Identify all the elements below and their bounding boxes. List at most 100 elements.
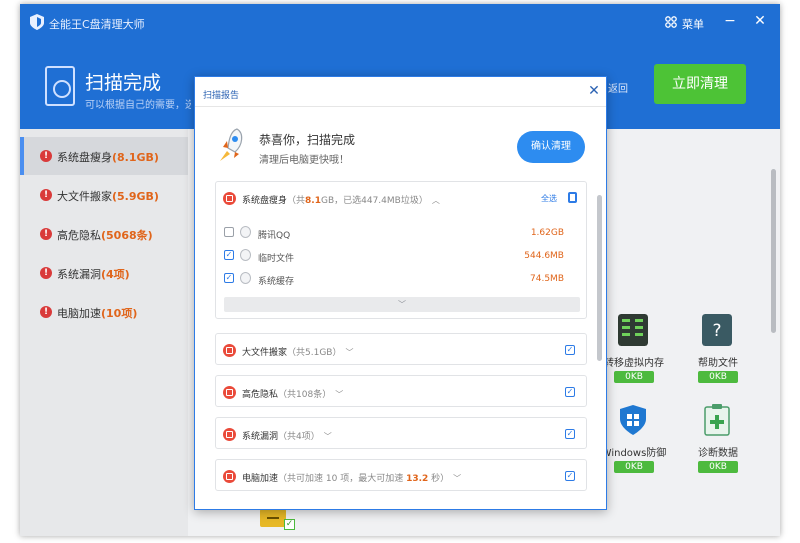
- app-window: 全能王C盘清理大师 菜单 − ✕ 扫描完成 可以根据自己的需要，选择 返回 立即…: [20, 4, 780, 536]
- item-checkbox[interactable]: ✓: [224, 273, 234, 283]
- section-title: 系统盘瘦身: [242, 196, 288, 206]
- congrats-subtext: 清理后电脑更快哦！: [259, 155, 349, 166]
- congrats-text: 恭喜你，扫描完成: [259, 133, 356, 147]
- app-title: 全能王C盘清理大师: [49, 18, 145, 31]
- chevron-down-icon[interactable]: ﹀: [335, 389, 343, 400]
- sidebar-item-label: 系统漏洞: [57, 268, 101, 281]
- active-indicator: [20, 137, 24, 175]
- sidebar-item-large-files[interactable]: ! 大文件搬家(5.9GB): [20, 176, 188, 214]
- chevron-down-icon[interactable]: ﹀: [324, 431, 332, 442]
- section-detail-tail: GB，已选447.4MB垃圾）: [320, 196, 428, 206]
- section-header[interactable]: 系统漏洞（共4项） ﹀: [242, 429, 332, 442]
- sidebar-item-count: (8.1GB): [112, 151, 159, 164]
- chevron-down-icon[interactable]: ﹀: [345, 347, 353, 358]
- sidebar-item-vulnerabilities[interactable]: ! 系统漏洞(4项): [20, 254, 188, 292]
- confirm-clean-button[interactable]: 确认清理: [517, 131, 585, 163]
- sidebar-item-privacy[interactable]: ! 高危隐私(5068条): [20, 215, 188, 253]
- speedup-icon: [223, 470, 236, 483]
- section-title: 电脑加速: [242, 474, 279, 484]
- section-header[interactable]: 电脑加速（共可加速 10 项，最大可加速 13.2 秒） ﹀: [242, 471, 461, 484]
- section-detail: （共108条）: [278, 390, 332, 400]
- help-icon: ?: [702, 314, 732, 346]
- clean-now-button[interactable]: 立即清理: [654, 64, 746, 104]
- tile-size-badge: 0KB: [698, 371, 738, 383]
- sidebar-item-speedup[interactable]: ! 电脑加速(10项): [20, 293, 188, 331]
- section-header[interactable]: 系统盘瘦身（共8.1GB，已选447.4MB垃圾） ︿: [242, 193, 440, 206]
- tile-size-badge: 0KB: [614, 371, 654, 383]
- section-system-slim: 系统盘瘦身（共8.1GB，已选447.4MB垃圾） ︿ 全选 腾讯QQ 1.62G…: [215, 181, 587, 319]
- dialog-title: 扫描报告: [203, 91, 240, 101]
- expand-more-button[interactable]: ﹀: [224, 297, 580, 312]
- section-detail: （共: [287, 196, 306, 206]
- lock-icon: [240, 226, 251, 238]
- large-files-icon: [223, 344, 236, 357]
- section-privacy: 高危隐私（共108条） ﹀ ✓: [215, 375, 587, 407]
- sidebar-item-count: (5068条): [101, 229, 153, 242]
- alert-icon: !: [40, 267, 52, 279]
- title-bar: 全能王C盘清理大师 菜单 − ✕: [20, 4, 780, 40]
- clipboard-icon: [704, 404, 730, 436]
- sidebar-item-label: 系统盘瘦身: [57, 151, 112, 164]
- minimize-button[interactable]: −: [722, 13, 738, 29]
- sidebar-item-label: 大文件搬家: [57, 190, 112, 203]
- scan-subtitle: 可以根据自己的需要，选择: [85, 100, 191, 111]
- menu-button[interactable]: 菜单: [682, 16, 704, 32]
- main-scrollbar[interactable]: [771, 169, 776, 333]
- select-all-link[interactable]: 全选: [541, 193, 557, 204]
- folder-checkbox[interactable]: ✓: [284, 519, 295, 530]
- dialog-scrollbar[interactable]: [597, 195, 602, 361]
- item-label: 腾讯QQ: [258, 231, 291, 241]
- memory-icon: [618, 314, 648, 346]
- chevron-down-icon[interactable]: ﹀: [453, 473, 461, 484]
- system-slim-icon: [223, 192, 236, 205]
- svg-text:?: ?: [712, 321, 721, 341]
- back-link[interactable]: 返回: [608, 80, 628, 95]
- menu-icon[interactable]: [664, 15, 678, 29]
- vulnerabilities-icon: [223, 428, 236, 441]
- sidebar-item-count: (4项): [101, 268, 130, 281]
- section-checkbox[interactable]: ✓: [565, 429, 575, 439]
- section-large-files: 大文件搬家（共5.1GB） ﹀ ✓: [215, 333, 587, 365]
- shield-icon: [620, 405, 646, 435]
- tile-size-badge: 0KB: [614, 461, 654, 473]
- alert-icon: !: [40, 150, 52, 162]
- list-item: ✓ 系统缓存 74.5MB: [224, 270, 564, 288]
- folder-icon: [260, 509, 286, 527]
- app-logo-icon: [30, 14, 44, 30]
- section-highlight: 8.1: [305, 196, 321, 206]
- item-checkbox[interactable]: ✓: [224, 250, 234, 260]
- report-list: 系统盘瘦身（共8.1GB，已选447.4MB垃圾） ︿ 全选 腾讯QQ 1.62G…: [195, 181, 595, 493]
- privacy-icon: [223, 386, 236, 399]
- select-all-checkbox[interactable]: [568, 192, 577, 203]
- tile-windows-defender[interactable]: Windows防御 0KB: [598, 404, 670, 494]
- sidebar-item-system-slim[interactable]: ! 系统盘瘦身(8.1GB): [20, 137, 188, 175]
- section-checkbox[interactable]: ✓: [565, 471, 575, 481]
- alert-icon: !: [40, 228, 52, 240]
- scan-title: 扫描完成: [85, 72, 162, 94]
- chevron-up-icon[interactable]: ︿: [432, 195, 440, 206]
- section-detail: （共4项）: [278, 432, 320, 442]
- section-header[interactable]: 大文件搬家（共5.1GB） ﹀: [242, 345, 353, 358]
- list-item: ✓ 临时文件 544.6MB: [224, 247, 564, 265]
- tile-virtual-memory[interactable]: 转移虚拟内存 0KB: [598, 314, 670, 404]
- tile-size-badge: 0KB: [698, 461, 738, 473]
- alert-icon: !: [40, 189, 52, 201]
- item-checkbox[interactable]: [224, 227, 234, 237]
- item-label: 系统缓存: [258, 277, 295, 287]
- section-title: 高危隐私: [242, 390, 279, 400]
- section-checkbox[interactable]: ✓: [565, 387, 575, 397]
- item-size: 1.62GB: [530, 228, 564, 238]
- tile-label: 诊断数据: [698, 448, 738, 459]
- lock-icon: [240, 249, 251, 261]
- tile-diagnostic-data[interactable]: 诊断数据 0KB: [682, 404, 754, 494]
- tile-help-files[interactable]: ? 帮助文件 0KB: [682, 314, 754, 404]
- item-size: 544.6MB: [524, 251, 564, 261]
- disk-scan-icon: [45, 66, 75, 106]
- section-detail: （共可加速 10 项，最大可加速: [278, 474, 407, 484]
- section-header[interactable]: 高危隐私（共108条） ﹀: [242, 387, 343, 400]
- section-detail-tail: 秒）: [428, 474, 450, 484]
- section-highlight: 13.2: [406, 474, 429, 484]
- section-checkbox[interactable]: ✓: [565, 345, 575, 355]
- close-window-button[interactable]: ✕: [752, 13, 768, 29]
- dialog-close-button[interactable]: ✕: [587, 84, 601, 98]
